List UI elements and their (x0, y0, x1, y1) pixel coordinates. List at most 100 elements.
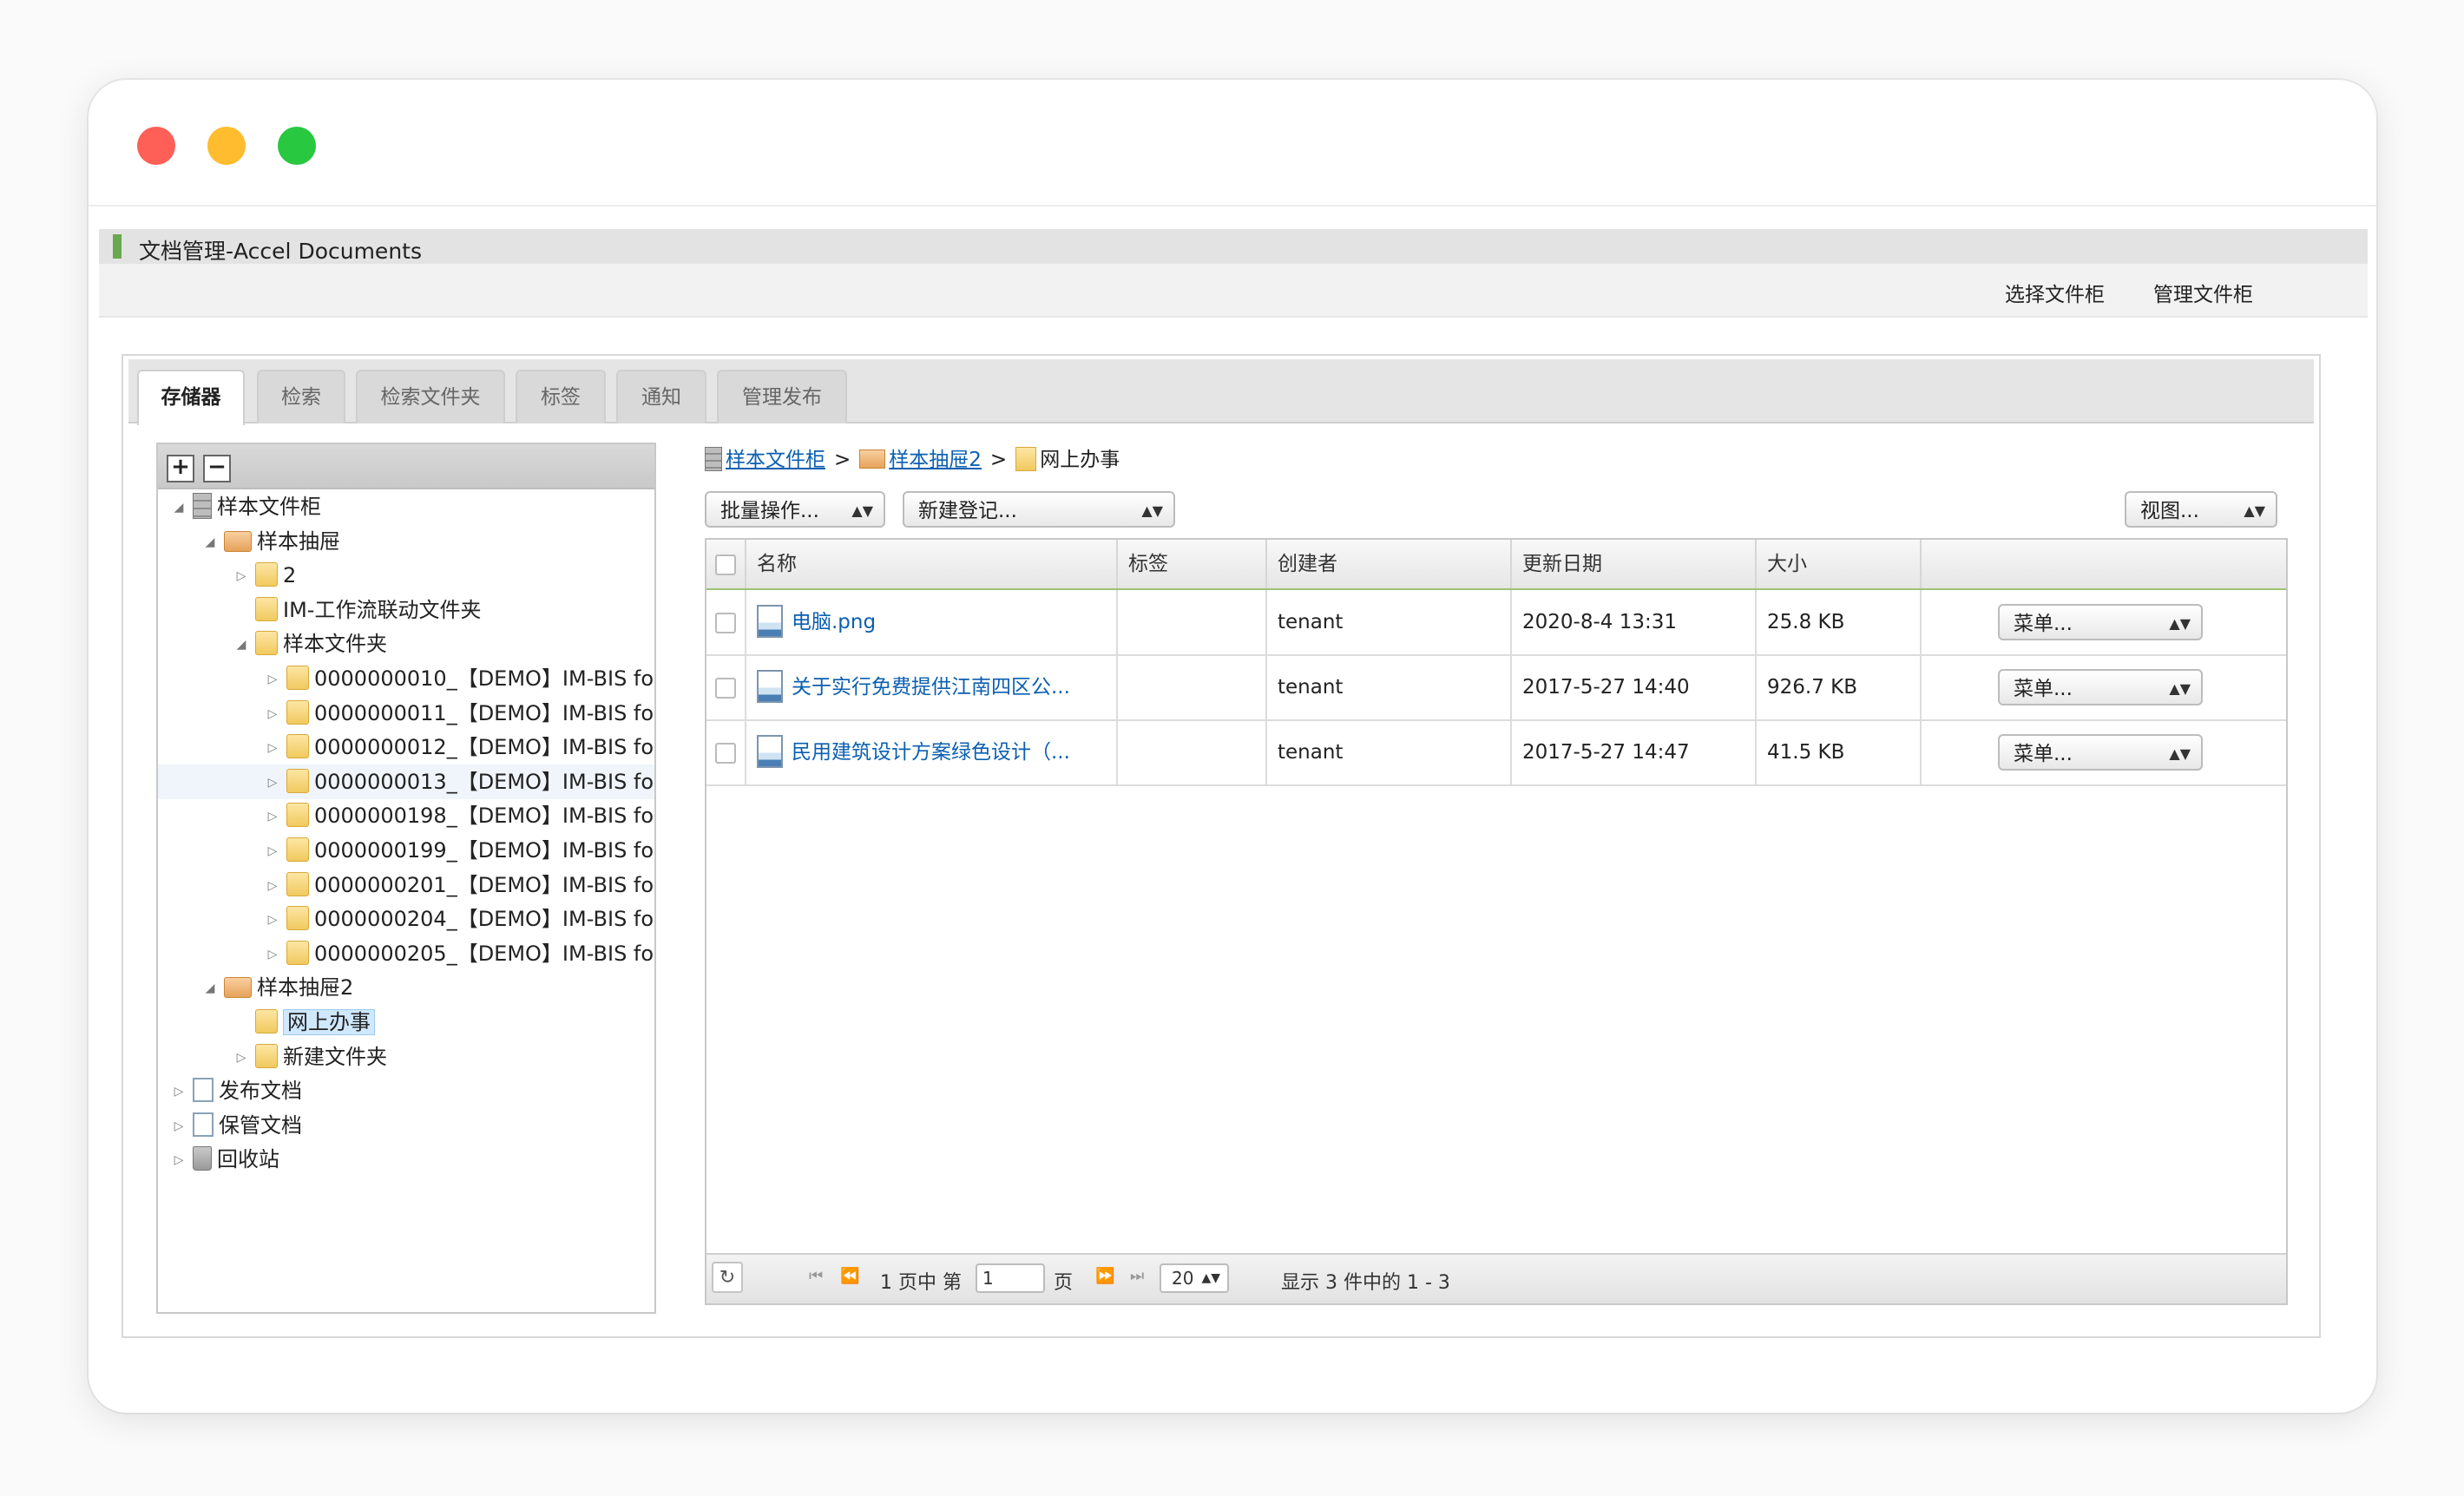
tree-node[interactable]: ▷ 回收站 (170, 1142, 279, 1177)
refresh-button[interactable]: ↻ (712, 1262, 743, 1293)
expand-arrow-icon[interactable]: ▷ (264, 731, 281, 765)
row-menu-select[interactable]: 菜单... ▲▼ (1998, 669, 2203, 705)
expand-arrow-icon[interactable]: ▷ (264, 799, 281, 834)
collapse-arrow-icon[interactable]: ◢ (170, 490, 187, 525)
tree-node[interactable]: ◢ 样本文件柜 (170, 489, 321, 524)
tree-node-label[interactable]: 0000000013_【DEMO】IM-BIS for A (314, 770, 654, 794)
tree-node[interactable]: ▷ 0000000012_【DEMO】IM-BIS for A (264, 730, 654, 764)
tree-node-label[interactable]: 新建文件夹 (283, 1045, 387, 1069)
next-page-icon[interactable]: ⏩ (1095, 1267, 1114, 1285)
expand-all-button[interactable]: + (167, 455, 194, 482)
tree-node-label[interactable]: 保管文档 (219, 1113, 302, 1138)
expand-arrow-icon[interactable]: ▷ (233, 1040, 250, 1075)
row-menu-select[interactable]: 菜单... ▲▼ (1998, 604, 2203, 640)
expand-arrow-icon[interactable]: ▷ (264, 697, 281, 732)
tree-node[interactable]: ▷ 新建文件夹 (233, 1040, 387, 1074)
tree-node-label[interactable]: 2 (283, 563, 296, 587)
tree-node-label[interactable]: IM-工作流联动文件夹 (283, 598, 481, 622)
tree-node-label[interactable]: 0000000012_【DEMO】IM-BIS for A (314, 735, 654, 759)
page-size-select[interactable]: 20 ▲▼ (1160, 1263, 1229, 1293)
tree-node-label[interactable]: 0000000198_【DEMO】IM-BIS for A (314, 804, 654, 828)
tree-node[interactable]: ▷ 0000000205_【DEMO】IM-BIS for A (264, 936, 654, 971)
file-name-link[interactable]: 电脑.png (792, 611, 876, 633)
tab-manage-publish[interactable]: 管理发布 (717, 370, 847, 423)
row-checkbox[interactable] (715, 612, 736, 633)
select-cabinet-link[interactable]: 选择文件柜 (2005, 278, 2105, 307)
expand-arrow-icon[interactable]: ▷ (264, 662, 281, 697)
tree-node[interactable]: ▷ 2 (233, 558, 296, 593)
expand-arrow-icon[interactable]: ▷ (264, 902, 281, 937)
row-checkbox[interactable] (715, 677, 736, 699)
tree-node-label[interactable]: 0000000199_【DEMO】IM-BIS for A (314, 838, 654, 863)
tree-node-label[interactable]: 样本抽屉 (257, 529, 340, 554)
column-header-updated[interactable]: 更新日期 (1512, 540, 1757, 588)
expand-arrow-icon[interactable]: ▷ (170, 1074, 187, 1109)
table-row[interactable]: 电脑.png tenant 2020-8-4 13:31 25.8 KB 菜单... ▲▼ (706, 590, 2286, 656)
expand-arrow-icon[interactable]: ▷ (264, 834, 281, 869)
tree-node-label[interactable]: 0000000204_【DEMO】IM-BIS for A (314, 907, 654, 931)
tree-node[interactable]: ▷ 0000000201_【DEMO】IM-BIS for A (264, 868, 654, 902)
expand-arrow-icon[interactable]: ▷ (264, 937, 281, 972)
tree-node[interactable]: ▷ 0000000198_【DEMO】IM-BIS for A (264, 798, 654, 833)
row-checkbox[interactable] (715, 742, 736, 764)
view-select[interactable]: 视图... ▲▼ (2125, 491, 2277, 528)
expand-arrow-icon[interactable]: ▷ (264, 869, 281, 903)
expand-arrow-icon[interactable]: ▷ (264, 765, 281, 800)
tree-node[interactable]: ▷ 0000000011_【DEMO】IM-BIS for A (264, 696, 654, 731)
column-header-creator[interactable]: 创建者 (1267, 540, 1512, 588)
tree-node[interactable]: ▷ 发布文档 (170, 1073, 302, 1108)
manage-cabinet-link[interactable]: 管理文件柜 (2153, 278, 2253, 307)
collapse-all-button[interactable]: − (203, 455, 231, 482)
tree-node[interactable]: ◢ 样本抽屉2 (201, 970, 354, 1006)
maximize-window-button[interactable] (278, 127, 316, 165)
row-checkbox-cell[interactable] (706, 720, 746, 784)
new-entry-select[interactable]: 新建登记... ▲▼ (903, 491, 1175, 528)
row-checkbox-cell[interactable] (706, 590, 746, 654)
tab-search[interactable]: 检索 (257, 370, 345, 423)
tab-storage[interactable]: 存储器 (137, 370, 245, 425)
expand-arrow-icon[interactable]: ▷ (170, 1109, 187, 1144)
tree-node-label[interactable]: 0000000205_【DEMO】IM-BIS for A (314, 942, 654, 966)
table-row[interactable]: 民用建筑设计方案绿色设计（... tenant 2017-5-27 14:47 41.… (706, 720, 2286, 786)
tree-node-label[interactable]: 样本文件柜 (217, 495, 321, 519)
column-header-size[interactable]: 大小 (1757, 540, 1922, 588)
tree-node[interactable]: ▷ 0000000199_【DEMO】IM-BIS for A (264, 833, 654, 868)
tree-node-label[interactable]: 回收站 (217, 1147, 279, 1171)
tab-notifications[interactable]: 通知 (616, 370, 706, 423)
minimize-window-button[interactable] (207, 127, 246, 165)
tree-node[interactable]: ▷ 0000000010_【DEMO】IM-BIS for A (264, 661, 654, 696)
tree-node[interactable]: ◢ 样本抽屉 (201, 524, 340, 559)
first-page-icon[interactable]: ⏮ (809, 1267, 823, 1285)
expand-arrow-icon[interactable]: ▷ (233, 559, 250, 594)
collapse-arrow-icon[interactable]: ◢ (233, 627, 250, 662)
row-checkbox-cell[interactable] (706, 655, 746, 719)
tree-node-label[interactable]: 0000000011_【DEMO】IM-BIS for A (314, 701, 654, 725)
last-page-icon[interactable]: ⏭ (1130, 1267, 1144, 1285)
column-header-name[interactable]: 名称 (746, 540, 1118, 588)
file-name-link[interactable]: 民用建筑设计方案绿色设计（... (792, 741, 1070, 764)
tree-node-label[interactable]: 0000000201_【DEMO】IM-BIS for A (314, 873, 654, 897)
batch-operation-select[interactable]: 批量操作... ▲▼ (705, 491, 885, 528)
collapse-arrow-icon[interactable]: ◢ (201, 971, 219, 1006)
breadcrumb-drawer-link[interactable]: 样本抽屉2 (889, 449, 982, 471)
tree-node-label[interactable]: 发布文档 (219, 1079, 302, 1103)
tree-node-label[interactable]: 样本抽屉2 (257, 975, 353, 1000)
tree-node-label[interactable]: 网上办事 (283, 1009, 375, 1035)
tree-node[interactable]: IM-工作流联动文件夹 (233, 593, 481, 627)
tree-node[interactable]: ▷ 0000000013_【DEMO】IM-BIS for A (158, 764, 654, 799)
close-window-button[interactable] (137, 127, 175, 165)
tree-node-label[interactable]: 0000000010_【DEMO】IM-BIS for A (314, 666, 654, 691)
breadcrumb-cabinet-link[interactable]: 样本文件柜 (726, 449, 825, 471)
row-menu-select[interactable]: 菜单... ▲▼ (1998, 734, 2203, 771)
prev-page-icon[interactable]: ⏪ (840, 1267, 859, 1285)
tree-node[interactable]: 网上办事 (233, 1005, 375, 1040)
select-all-checkbox[interactable] (715, 554, 736, 575)
collapse-arrow-icon[interactable]: ◢ (201, 525, 219, 560)
select-all-checkbox-cell[interactable] (706, 540, 746, 588)
tree-node[interactable]: ◢ 样本文件夹 (233, 627, 387, 661)
file-name-link[interactable]: 关于实行免费提供江南四区公... (792, 676, 1070, 699)
tree-node[interactable]: ▷ 0000000204_【DEMO】IM-BIS for A (264, 902, 654, 936)
tab-tags[interactable]: 标签 (516, 370, 606, 423)
expand-arrow-icon[interactable]: ▷ (170, 1143, 187, 1178)
column-header-tag[interactable]: 标签 (1118, 540, 1267, 588)
